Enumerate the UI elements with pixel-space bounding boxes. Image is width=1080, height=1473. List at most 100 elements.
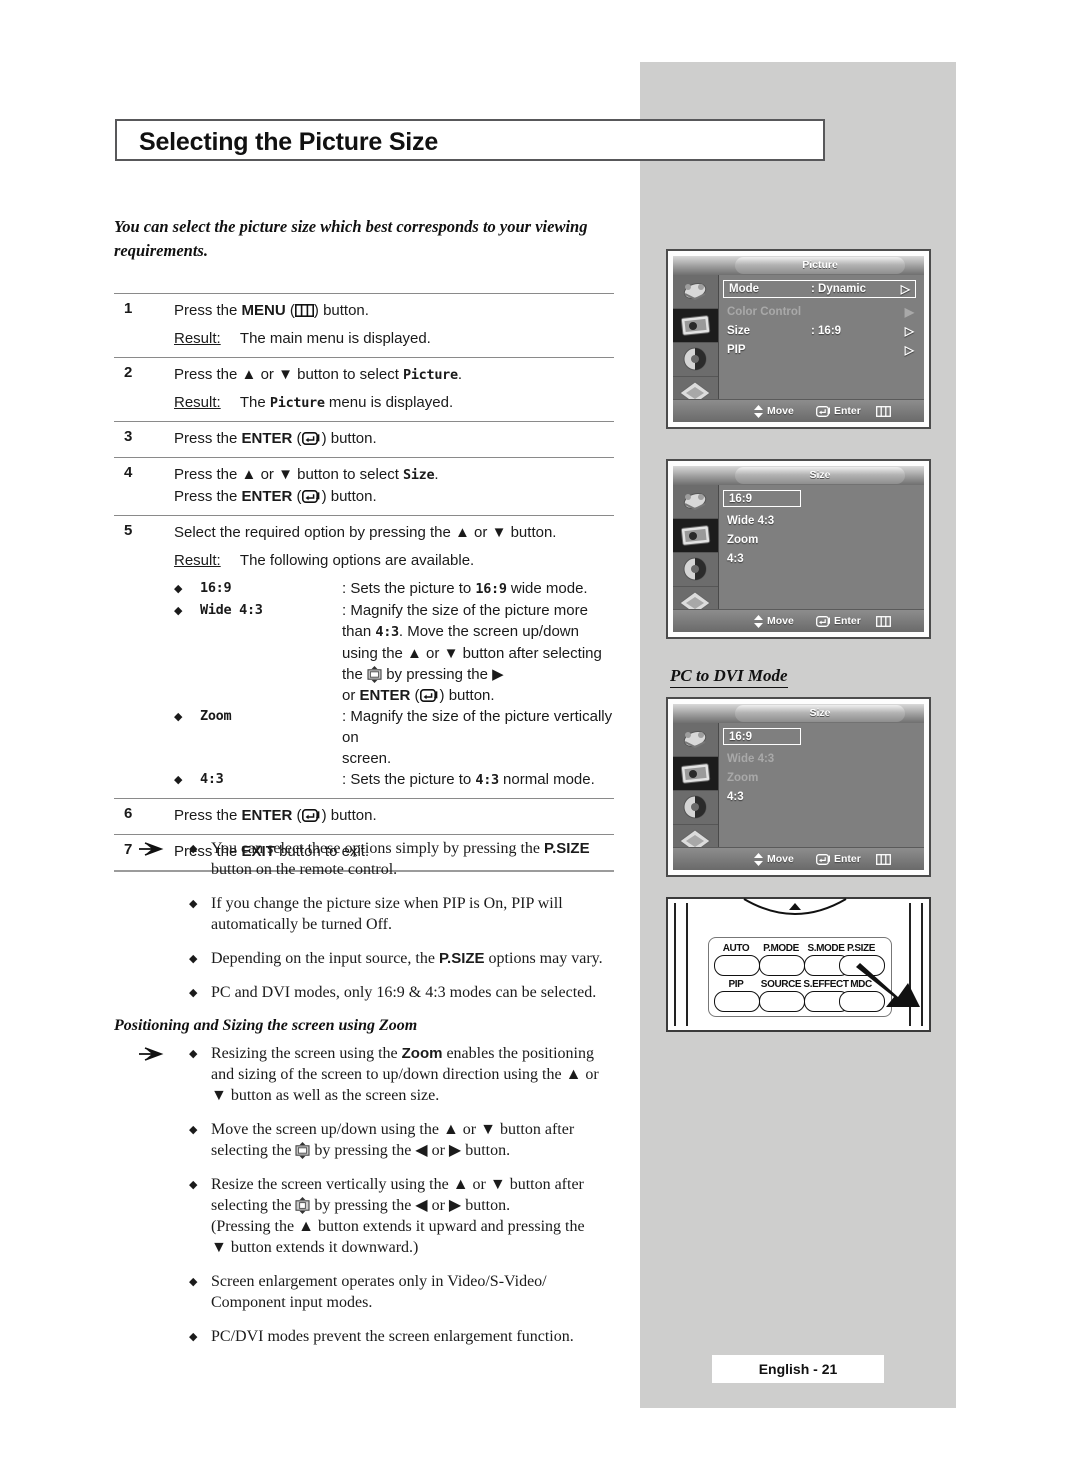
step-number: 5 <box>124 522 133 539</box>
note-arrow-icon <box>139 842 164 856</box>
note-arrow-icon <box>139 1047 164 1061</box>
step-result: Result: The following options are availa… <box>174 550 614 572</box>
osd-title: Size <box>735 705 905 722</box>
remote-button-pmode[interactable] <box>759 955 805 976</box>
sound-icon-glyph <box>683 557 707 581</box>
button-word: button. <box>330 807 377 824</box>
steps-table: 1 Press the MENU ( ) button. Result: The… <box>114 293 614 872</box>
diamond-bullet-icon: ◆ <box>189 953 198 965</box>
step-row: 4 Press the ▲ or ▼ button to select Size… <box>114 458 614 515</box>
button-word: button. <box>330 430 377 447</box>
result-label: Result: <box>174 394 221 411</box>
note-item: ◆ You can select these options simply by… <box>189 840 590 878</box>
press-the-label: Press the <box>174 430 238 447</box>
option-label: Zoom <box>200 708 232 724</box>
picture-icon-glyph <box>680 315 711 336</box>
osd-footer-enter: Enter <box>816 403 861 419</box>
remote-button-pip[interactable] <box>714 991 760 1012</box>
remote-dial-arc <box>743 898 847 915</box>
size-menu-name: Size <box>403 467 435 483</box>
step-line: Press the ENTER ( ) button. <box>174 488 377 505</box>
position-icon <box>367 666 382 683</box>
step-row: 6 Press the ENTER ( ) button. <box>114 799 614 834</box>
osd-menu-rows: 16:9 Wide 4:3 Zoom 4:3 <box>719 485 924 610</box>
remote-button-auto[interactable] <box>714 955 760 976</box>
option-label: 4:3 <box>200 771 224 787</box>
osd-footer-return: Return <box>876 613 924 632</box>
sound-icon[interactable] <box>673 343 718 377</box>
sound-icon[interactable] <box>673 791 718 825</box>
remote-label-psize: P.SIZE <box>847 943 875 954</box>
osd-row-pip[interactable]: PIP ▷ <box>719 341 924 360</box>
input-icon-glyph <box>683 493 707 511</box>
note-item: ◆ PC/DVI modes prevent the screen enlarg… <box>189 1326 624 1347</box>
osd-option-43[interactable]: 4:3 <box>719 788 924 807</box>
note-item: ◆ Resizing the screen using the Zoom ena… <box>189 1045 599 1104</box>
input-icon[interactable] <box>673 275 718 309</box>
diamond-bullet-icon: ◆ <box>189 1179 198 1191</box>
position-icon <box>295 1142 310 1159</box>
osd-row-label: Zoom <box>727 534 759 546</box>
diamond-bullet-icon: ◆ <box>189 1124 198 1136</box>
enter-icon <box>816 405 830 417</box>
input-icon[interactable] <box>673 723 718 757</box>
diamond-bullet-icon: ◆ <box>174 583 183 595</box>
select-option-label: Select the required option by pressing t… <box>174 524 451 541</box>
sound-icon[interactable] <box>673 553 718 587</box>
option-list: ◆ 16:9 : Sets the picture to 16:9 wide m… <box>174 578 614 791</box>
osd-option-43[interactable]: 4:3 <box>719 550 924 569</box>
osd-row-value: : Dynamic <box>811 283 866 295</box>
diamond-bullet-icon: ◆ <box>174 711 183 723</box>
osd-footer-move: Move <box>753 403 794 419</box>
osd-row-size[interactable]: Size : 16:9 ▷ <box>719 322 924 341</box>
menu-icon <box>876 853 891 865</box>
osd-row-color-control[interactable]: Color Control ▶ <box>719 303 924 322</box>
remote-rail <box>686 903 688 1026</box>
osd-row-label: Wide 4:3 <box>727 753 775 765</box>
down-arrow-icon: ▼ <box>278 366 293 383</box>
osd-row-mode[interactable]: Mode : Dynamic ▷ <box>719 279 924 300</box>
pc-to-dvi-heading: PC to DVI Mode <box>670 666 788 688</box>
option-item: ◆ 16:9 : Sets the picture to 16:9 wide m… <box>174 578 614 600</box>
diamond-bullet-icon: ◆ <box>174 774 183 786</box>
enter-icon <box>301 432 319 445</box>
picture-icon[interactable] <box>673 309 718 343</box>
diamond-bullet-icon: ◆ <box>189 843 198 855</box>
osd-option-wide43: Wide 4:3 <box>719 750 924 769</box>
picture-icon[interactable] <box>673 757 718 791</box>
osd-option-zoom[interactable]: Zoom <box>719 531 924 550</box>
step-line: Press the ▲ or ▼ button to select Size. <box>174 466 439 483</box>
updown-arrow-icon <box>754 614 763 628</box>
remote-button-source[interactable] <box>759 991 805 1012</box>
updown-arrow-icon <box>754 852 763 866</box>
step-text: Press the MENU ( ) button. <box>174 302 369 319</box>
input-icon-glyph <box>683 731 707 749</box>
osd-row-label: PIP <box>727 344 746 356</box>
osd-footer: Move Enter Return <box>673 609 924 632</box>
osd-title: Size <box>735 467 905 484</box>
note-item: ◆ Move the screen up/down using the ▲ or… <box>189 1121 575 1159</box>
button-word: button. <box>323 302 369 319</box>
enter-icon <box>816 615 830 627</box>
osd-option-169[interactable]: 16:9 <box>719 489 924 510</box>
down-arrow-icon: ▼ <box>491 524 507 541</box>
osd-row-label: Size <box>727 325 751 337</box>
osd-option-169[interactable]: 16:9 <box>719 727 924 748</box>
osd-footer: Move Enter Return <box>673 847 924 870</box>
osd-size-menu-dvi: Size 16:9 Wide 4:3 Zoom 4:3 Move Enter <box>666 697 931 877</box>
or-label: or <box>260 466 274 483</box>
note-item: ◆ PC and DVI modes, only 16:9 & 4:3 mode… <box>189 982 624 1003</box>
note-item: ◆ Depending on the input source, the P.S… <box>189 948 624 969</box>
note-item: ◆ Resize the screen vertically using the… <box>189 1176 585 1256</box>
input-icon[interactable] <box>673 485 718 519</box>
osd-option-wide43[interactable]: Wide 4:3 <box>719 512 924 531</box>
diamond-bullet-icon: ◆ <box>189 898 198 910</box>
option-item: ◆ Zoom : Magnify the size of the picture… <box>174 706 614 769</box>
press-the-label: Press the <box>174 807 238 824</box>
diamond-bullet-icon: ◆ <box>174 605 183 617</box>
osd-screen: Picture Mode: Dynamic ▷ Color Control ▶… <box>673 256 924 422</box>
note-item: ◆ Screen enlargement operates only in Vi… <box>189 1273 547 1311</box>
notes-list: ◆ You can select these options simply by… <box>189 838 624 1003</box>
picture-icon[interactable] <box>673 519 718 553</box>
step-number: 4 <box>124 464 133 481</box>
